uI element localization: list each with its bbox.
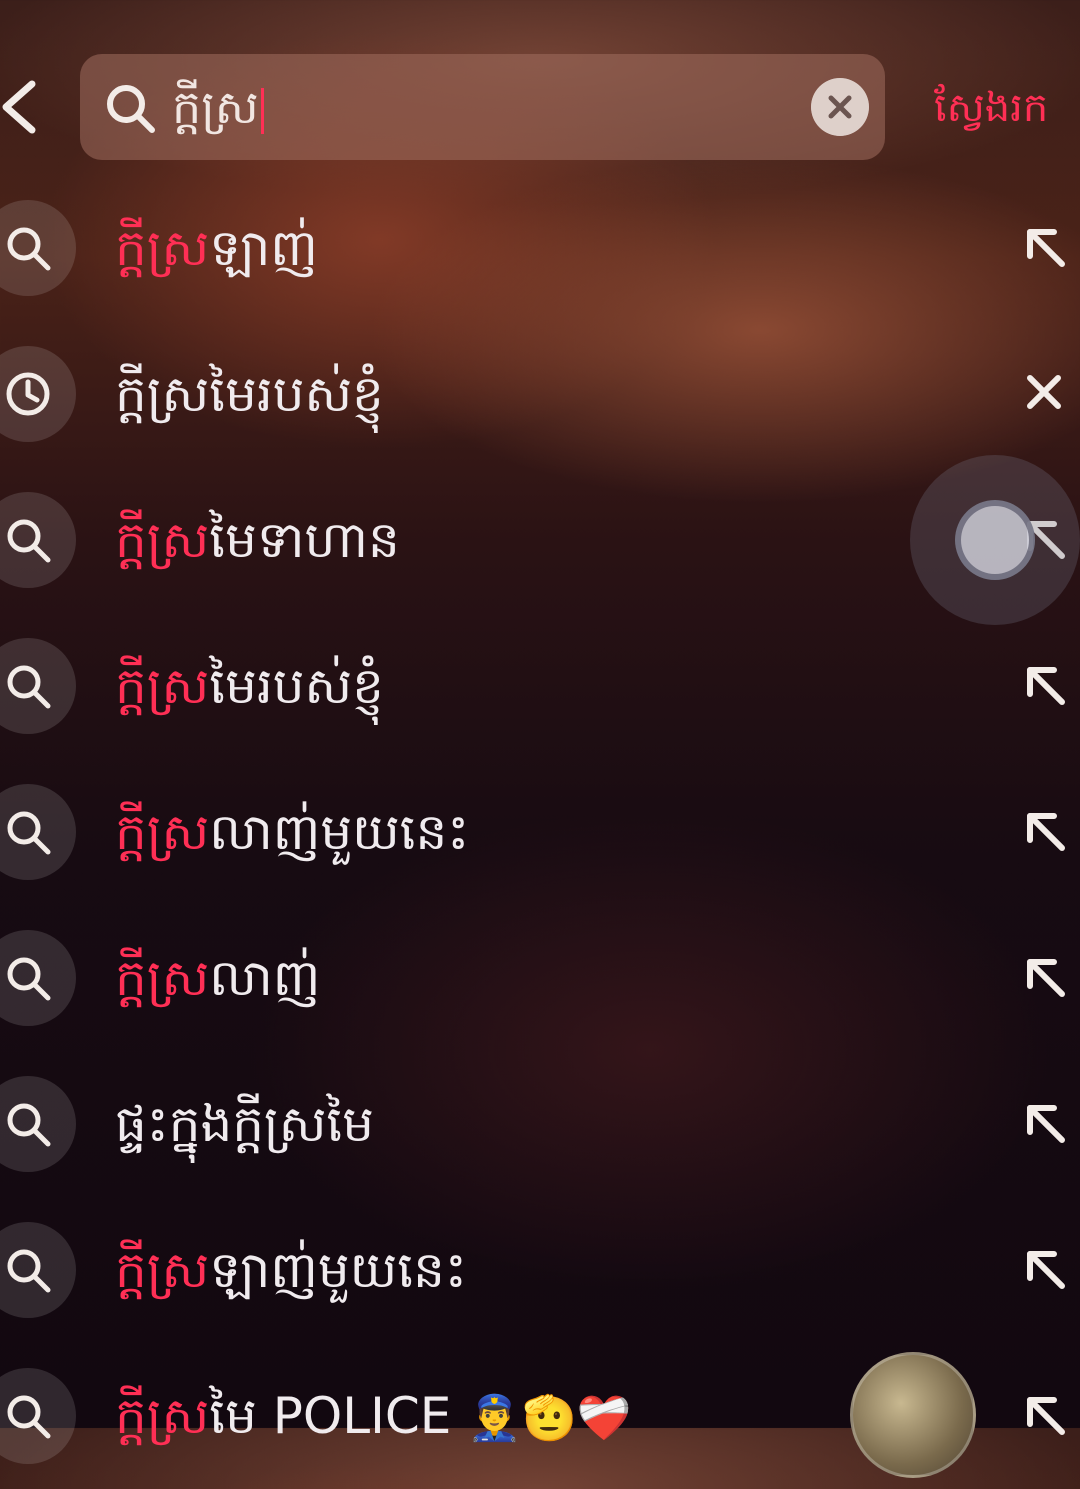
suggestion-row[interactable]: ក្តីស្រមៃរបស់ខ្ញុំ (0, 613, 1080, 759)
fill-arrow-icon[interactable] (1018, 804, 1070, 856)
suggestion-row[interactable]: ផ្ទះក្នុងក្តីស្រមៃ (0, 1051, 1080, 1197)
search-icon (0, 784, 76, 880)
search-icon (107, 85, 155, 133)
search-icon (0, 200, 76, 296)
suggestion-text: ក្តីស្រមៃរបស់ខ្ញុំ (115, 365, 384, 423)
fill-arrow-icon[interactable] (1018, 1096, 1070, 1148)
search-icon (0, 492, 76, 588)
back-chevron-icon[interactable] (0, 78, 42, 136)
fill-arrow-icon[interactable] (1018, 220, 1070, 272)
search-input[interactable]: ក្តីស្រ (80, 54, 885, 160)
suggestion-row[interactable]: ក្តីស្រឡាញ់មួយនេះ (0, 1197, 1080, 1343)
suggestion-row[interactable]: ក្តីស្រលាញ់មួយនេះ (0, 759, 1080, 905)
suggestion-text: ក្តីស្រមៃរបស់ខ្ញុំ (115, 657, 384, 715)
user-avatar[interactable] (850, 1352, 976, 1478)
fill-arrow-icon[interactable] (1018, 1388, 1070, 1440)
suggestion-text: ផ្ទះក្នុងក្តីស្រមៃ (115, 1095, 375, 1153)
suggestion-text: ក្តីស្រមៃ POLICE 👮‍♂️🫡❤️‍🩹 (115, 1387, 632, 1445)
search-button[interactable]: ស្វែងរក (934, 78, 1048, 138)
text-caret (260, 87, 264, 134)
search-icon (0, 638, 76, 734)
touch-point (955, 500, 1035, 580)
search-icon (0, 930, 76, 1026)
search-icon (0, 1076, 76, 1172)
search-query-text: ក្តីស្រ (172, 76, 264, 138)
suggestion-emoji: 👮‍♂️🫡❤️‍🩹 (467, 1393, 632, 1444)
fill-arrow-icon[interactable] (1018, 1242, 1070, 1294)
search-icon (0, 1222, 76, 1318)
suggestion-text: ក្តីស្រលាញ់ (115, 949, 321, 1007)
suggestion-text: ក្តីស្រឡាញ់ (115, 219, 318, 277)
search-header: ក្តីស្រ ស្វែងរក (0, 0, 1080, 175)
fill-arrow-icon[interactable] (1018, 950, 1070, 1002)
suggestion-text: ក្តីស្រឡាញ់មួយនេះ (115, 1241, 467, 1299)
suggestion-text: ក្តីស្រមៃទាហាន (115, 511, 400, 569)
fill-arrow-icon[interactable] (1018, 658, 1070, 710)
clear-search-icon[interactable] (811, 78, 869, 136)
suggestion-row[interactable]: ក្តីស្រលាញ់ (0, 905, 1080, 1051)
suggestion-row[interactable]: ក្តីស្រឡាញ់ (0, 175, 1080, 321)
suggestion-row[interactable]: ក្តីស្រមៃរបស់ខ្ញុំ (0, 321, 1080, 467)
history-clock-icon (0, 346, 76, 442)
remove-icon[interactable] (1018, 366, 1070, 418)
search-icon (0, 1368, 76, 1464)
suggestion-text: ក្តីស្រលាញ់មួយនេះ (115, 803, 470, 861)
